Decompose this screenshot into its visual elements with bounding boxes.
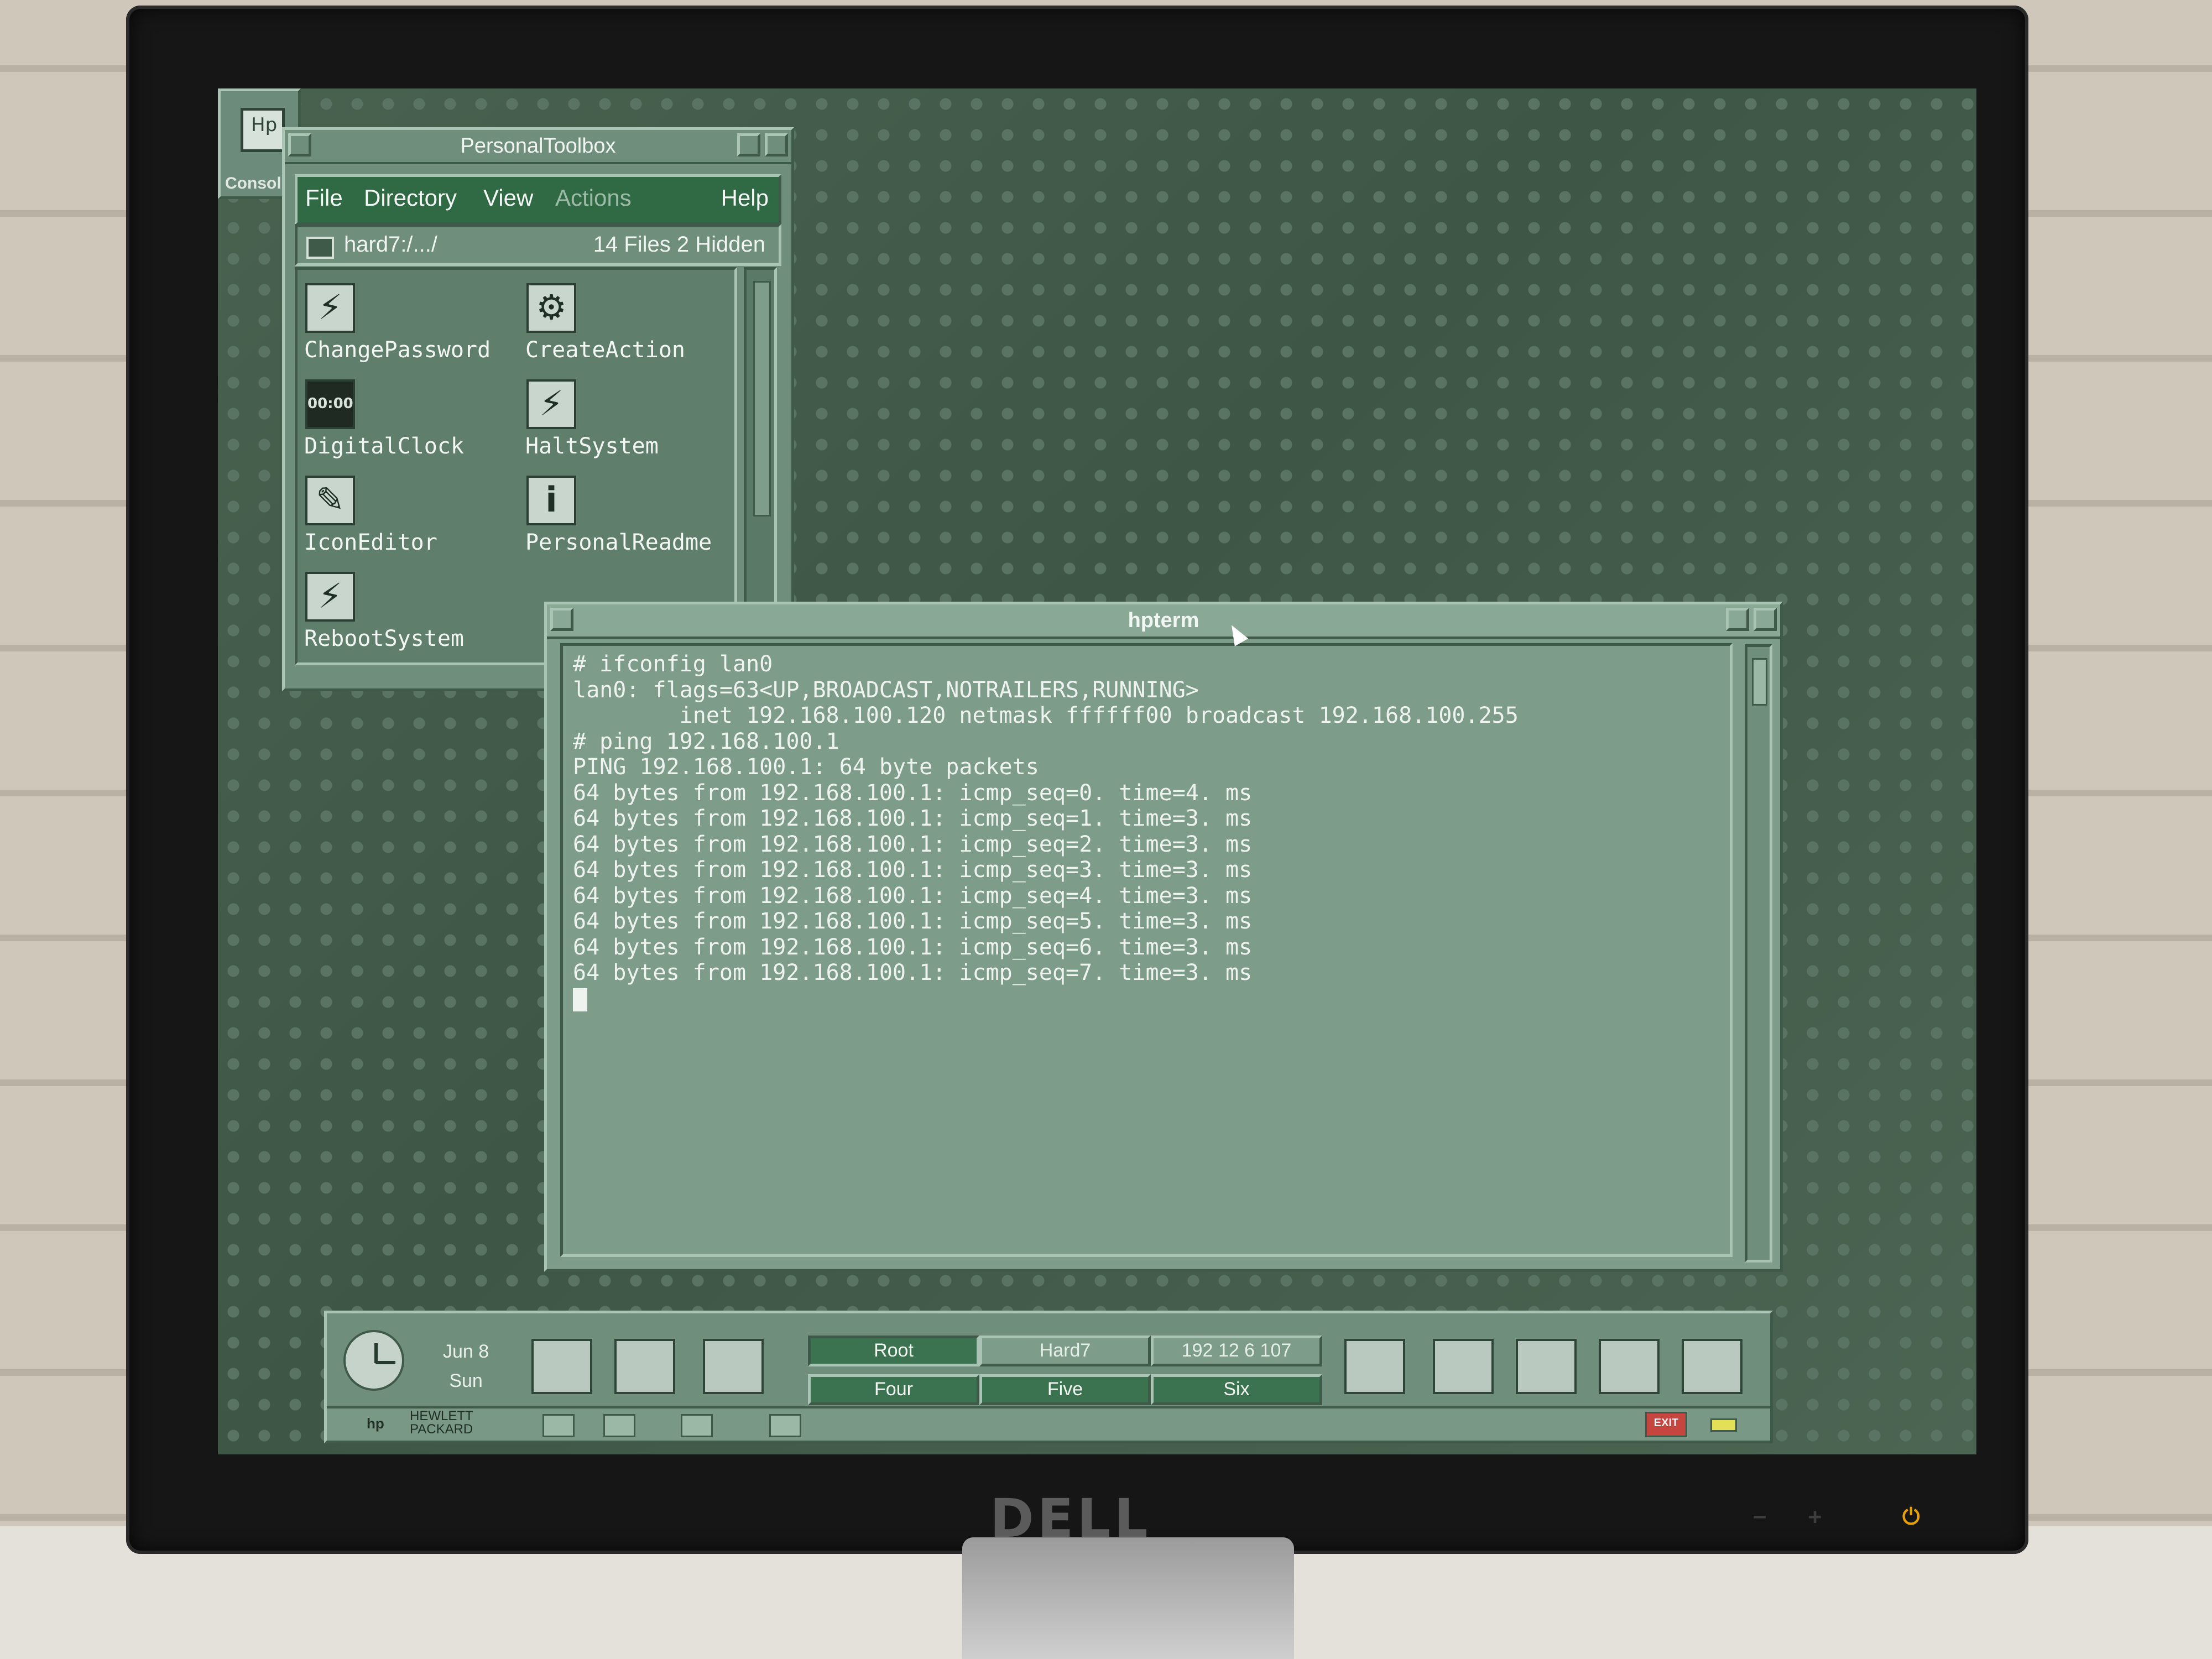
terminal-icon: Hp: [241, 108, 285, 152]
file-item[interactable]: ⚡ ChangePassword: [298, 275, 513, 369]
file-cabinet-icon[interactable]: [1516, 1339, 1577, 1394]
occupancy-icon[interactable]: [769, 1414, 801, 1437]
runner-icon: ⚡: [305, 572, 355, 622]
clock-hour-hand: [374, 1343, 378, 1363]
file-item[interactable]: i PersonalReadme: [519, 468, 734, 562]
toolbox-titlebar[interactable]: PersonalToolbox: [285, 130, 791, 164]
menu-view[interactable]: View: [483, 185, 533, 211]
exit-button[interactable]: EXIT: [1645, 1412, 1687, 1437]
clock-icon: [343, 1330, 404, 1391]
menu-directory[interactable]: Directory: [364, 185, 457, 211]
workstation-icon[interactable]: [1433, 1339, 1494, 1394]
scrollbar-thumb[interactable]: [753, 281, 771, 517]
action-icon: ⚙: [526, 283, 576, 333]
minimize-button[interactable]: [1726, 608, 1749, 631]
digital-clock-icon: 00:00: [305, 379, 355, 429]
application-manager-icon[interactable]: [1599, 1339, 1660, 1394]
mail-icon[interactable]: [531, 1339, 592, 1394]
printer-icon[interactable]: [1344, 1339, 1405, 1394]
runner-icon: ⚡: [526, 379, 576, 429]
palette-icon: ✎: [305, 476, 355, 525]
front-panel-footer: hp HEWLETT PACKARD EXIT: [327, 1406, 1770, 1441]
terminal-text: # ifconfig lan0 lan0: flags=63<UP,BROADC…: [573, 651, 1519, 1011]
menu-file[interactable]: File: [305, 185, 343, 211]
toolbox-pathbar: hard7:/.../ 14 Files 2 Hidden: [295, 224, 781, 266]
busy-light-icon: [1710, 1418, 1737, 1432]
hpterm-window: hpterm # ifconfig lan0 lan0: flags=63<UP…: [544, 602, 1783, 1272]
terminal-cursor: [573, 988, 587, 1011]
workspace-root-button[interactable]: Root: [808, 1335, 979, 1366]
file-item[interactable]: ⚡ RebootSystem: [298, 564, 513, 658]
monitor-power-icon[interactable]: ⏻: [1902, 1504, 1924, 1530]
scrollbar-thumb[interactable]: [1752, 658, 1767, 706]
current-path: hard7:/.../: [344, 232, 437, 257]
workspace-hard7-button[interactable]: Hard7: [979, 1335, 1151, 1366]
file-item[interactable]: ⚡ HaltSystem: [519, 372, 734, 466]
minimize-button[interactable]: [737, 133, 760, 156]
terminal-output[interactable]: # ifconfig lan0 lan0: flags=63<UP,BROADC…: [560, 643, 1733, 1257]
style-manager-icon[interactable]: [614, 1339, 675, 1394]
workspace-ip-button[interactable]: 192 12 6 107: [1151, 1335, 1322, 1366]
monitor-minus-button[interactable]: −: [1753, 1504, 1775, 1530]
maximize-button[interactable]: [1754, 608, 1777, 631]
toolbox-menubar: File Directory View Actions Help: [295, 174, 781, 225]
maximize-button[interactable]: [765, 133, 788, 156]
screen-icon[interactable]: [681, 1414, 713, 1437]
monitor-plus-button[interactable]: +: [1808, 1504, 1830, 1530]
desktop-screen: Hp Consol PersonalToolbox File Directory…: [218, 88, 1976, 1454]
calendar-date[interactable]: Jun 8 Sun: [443, 1341, 489, 1392]
file-item[interactable]: ✎ IconEditor: [298, 468, 513, 562]
file-item[interactable]: ⚙ CreateAction: [519, 275, 734, 369]
workspace-six-button[interactable]: Six: [1151, 1374, 1322, 1405]
help-books-icon[interactable]: [703, 1339, 764, 1394]
hp-brand-name: HEWLETT PACKARD: [410, 1408, 473, 1437]
menu-help[interactable]: Help: [721, 185, 769, 211]
hpterm-title: hpterm: [1128, 609, 1199, 632]
hp-logo: hp: [367, 1415, 384, 1432]
menu-actions[interactable]: Actions: [555, 185, 632, 211]
front-panel: Jun 8 Sun Root Hard7 192 12 6 107 Four F…: [324, 1311, 1773, 1443]
monitor-brand-logo: DELL: [990, 1488, 1151, 1550]
workspace-switch-icon[interactable]: [603, 1414, 635, 1437]
folder-icon[interactable]: [306, 237, 334, 259]
monitor-stand: [962, 1537, 1294, 1659]
info-icon: i: [526, 476, 576, 525]
file-item[interactable]: 00:00 DigitalClock: [298, 372, 513, 466]
console-label: Consol: [225, 174, 281, 192]
lock-icon[interactable]: [542, 1414, 575, 1437]
workspace-four-button[interactable]: Four: [808, 1374, 979, 1405]
hpterm-titlebar[interactable]: hpterm: [547, 604, 1780, 639]
workspace-five-button[interactable]: Five: [979, 1374, 1151, 1405]
clock-minute-hand: [375, 1361, 395, 1364]
file-count: 14 Files 2 Hidden: [593, 232, 765, 257]
trash-icon[interactable]: [1682, 1339, 1743, 1394]
toolbox-title: PersonalToolbox: [460, 134, 616, 158]
runner-icon: ⚡: [305, 283, 355, 333]
terminal-scrollbar[interactable]: [1745, 644, 1772, 1262]
